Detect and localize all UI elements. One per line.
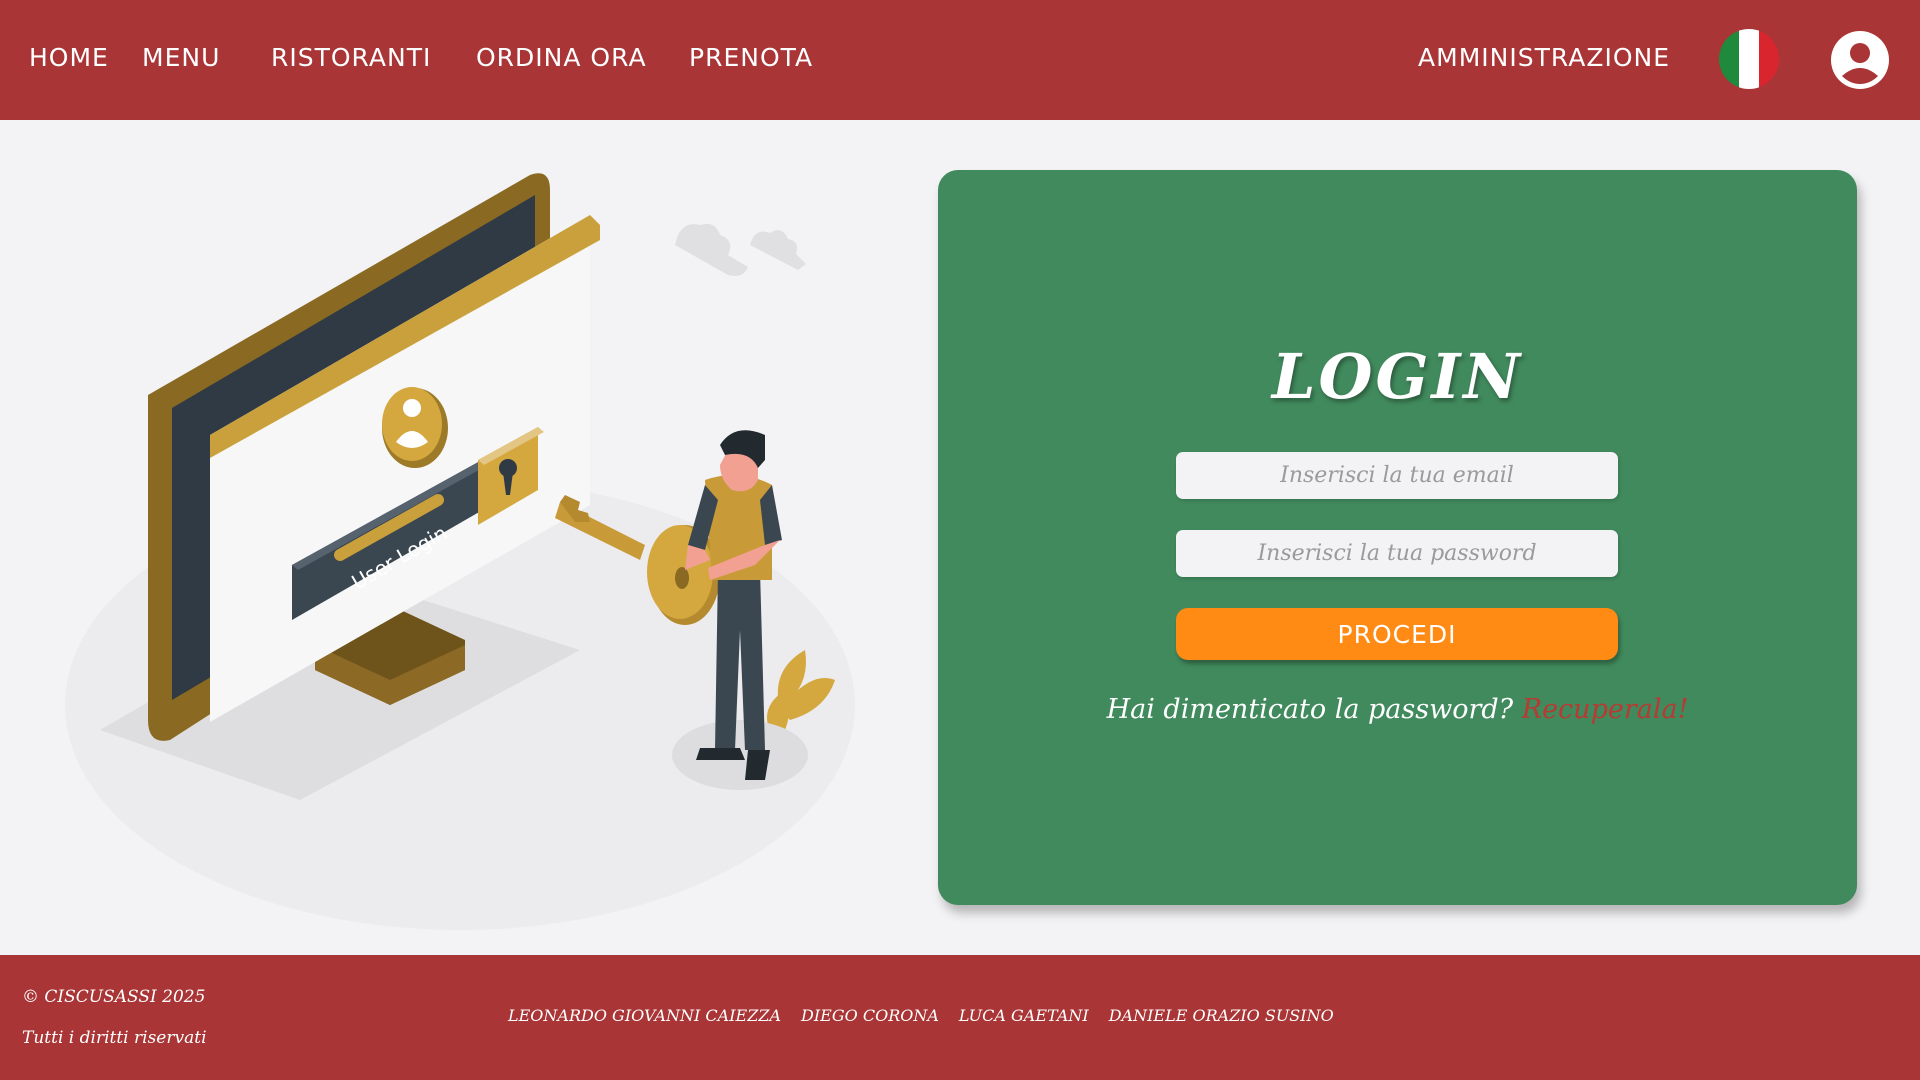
author-name: DANIELE ORAZIO SUSINO	[1108, 1006, 1334, 1025]
author-name: DIEGO CORONA	[801, 1006, 939, 1025]
page-footer: © CISCUSASSI 2025 Tutti i diritti riserv…	[0, 955, 1920, 1080]
login-card: LOGIN PROCEDI Hai dimenticato la passwor…	[938, 170, 1857, 905]
nav-ristoranti-link[interactable]: RISTORANTI	[271, 43, 431, 72]
copyright-text: © CISCUSASSI 2025	[22, 987, 206, 1007]
email-field[interactable]	[1176, 452, 1618, 499]
top-navbar: HOME MENU RISTORANTI ORDINA ORA PRENOTA …	[0, 0, 1920, 120]
rights-text: Tutti i diritti riservati	[22, 1028, 207, 1048]
nav-ordina-ora-link[interactable]: ORDINA ORA	[476, 43, 647, 72]
recover-password-link[interactable]: Recuperala!	[1522, 694, 1689, 725]
login-illustration: User Login	[65, 173, 855, 930]
nav-menu-link[interactable]: MENU	[142, 43, 220, 72]
password-field[interactable]	[1176, 530, 1618, 577]
user-circle-icon[interactable]	[1830, 30, 1890, 90]
nav-amministrazione-link[interactable]: AMMINISTRAZIONE	[1418, 43, 1670, 72]
cloud-icon	[675, 223, 806, 276]
authors-list: LEONARDO GIOVANNI CAIEZZA DIEGO CORONA L…	[508, 1006, 1334, 1025]
forgot-password-label: Hai dimenticato la password?	[1106, 694, 1514, 725]
author-name: LUCA GAETANI	[958, 1006, 1089, 1025]
nav-home-link[interactable]: HOME	[29, 43, 109, 72]
author-name: LEONARDO GIOVANNI CAIEZZA	[508, 1006, 782, 1025]
nav-prenota-link[interactable]: PRENOTA	[689, 43, 813, 72]
italy-flag-icon[interactable]	[1719, 29, 1779, 89]
procedi-button[interactable]: PROCEDI	[1176, 608, 1618, 660]
login-title: LOGIN	[1271, 340, 1524, 413]
forgot-password-text: Hai dimenticato la password? Recuperala!	[938, 694, 1857, 725]
